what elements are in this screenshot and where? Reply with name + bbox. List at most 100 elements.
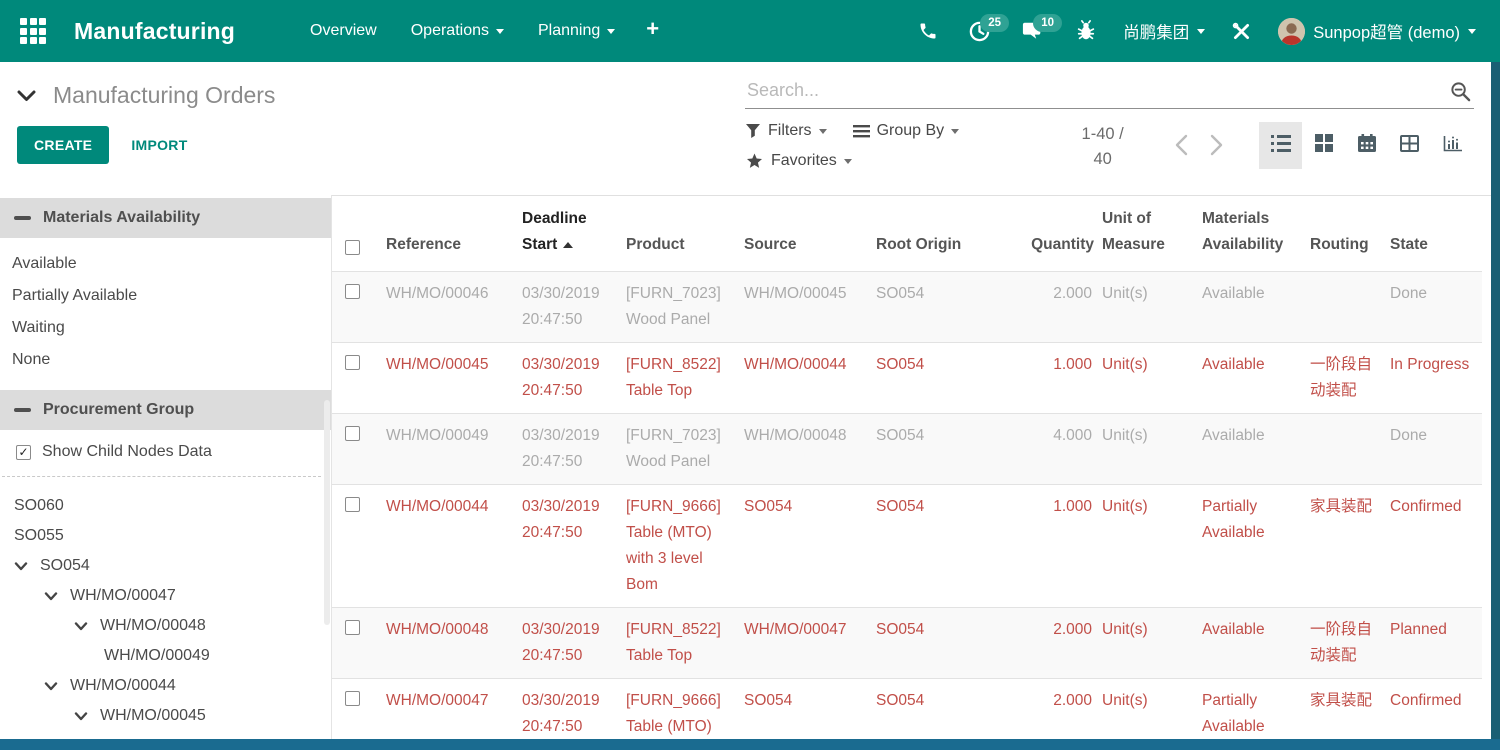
filter-item-waiting[interactable]: Waiting <box>0 312 331 344</box>
col-header-state[interactable]: State <box>1386 196 1482 272</box>
row-checkbox[interactable] <box>345 284 360 299</box>
cell-routing[interactable] <box>1306 414 1386 485</box>
cell-availability[interactable]: Available <box>1198 272 1306 343</box>
view-button-graph[interactable] <box>1431 122 1474 169</box>
tree-node-wh-mo-00045[interactable]: WH/MO/00045 <box>0 701 331 731</box>
cell-deadline[interactable]: 03/30/2019 20:47:50 <box>518 343 622 414</box>
cell-quantity[interactable]: 4.000 <box>1010 414 1098 485</box>
row-checkbox[interactable] <box>345 497 360 512</box>
checkbox-checked-icon[interactable]: ✓ <box>16 445 31 460</box>
cell-reference[interactable]: WH/MO/00046 <box>382 272 518 343</box>
cell-reference[interactable]: WH/MO/00045 <box>382 343 518 414</box>
col-header-source[interactable]: Source <box>740 196 872 272</box>
cell-state[interactable]: Confirmed <box>1386 485 1482 608</box>
pager-previous-button[interactable] <box>1171 130 1192 165</box>
group-by-dropdown[interactable]: Group By <box>853 122 960 140</box>
cell-uom[interactable]: Unit(s) <box>1098 272 1198 343</box>
cell-root_origin[interactable]: SO054 <box>872 608 1010 679</box>
cell-uom[interactable]: Unit(s) <box>1098 485 1198 608</box>
favorites-dropdown[interactable]: Favorites <box>745 152 852 170</box>
tree-node-wh-mo-00047[interactable]: WH/MO/00047 <box>0 581 331 611</box>
cell-uom[interactable]: Unit(s) <box>1098 608 1198 679</box>
cell-quantity[interactable]: 1.000 <box>1010 485 1098 608</box>
apps-grid-icon[interactable] <box>20 18 46 44</box>
tree-node-so055[interactable]: SO055 <box>0 521 331 551</box>
row-select-cell[interactable] <box>332 343 382 414</box>
breadcrumb[interactable]: Manufacturing Orders <box>17 82 738 109</box>
col-header-deadline[interactable]: Deadline Start <box>518 196 622 272</box>
cell-root_origin[interactable]: SO054 <box>872 485 1010 608</box>
filter-item-none[interactable]: None <box>0 344 331 376</box>
horizontal-scrollbar[interactable] <box>0 739 1500 750</box>
bug-icon[interactable] <box>1065 12 1107 50</box>
filters-dropdown[interactable]: Filters <box>745 122 827 140</box>
cell-root_origin[interactable]: SO054 <box>872 272 1010 343</box>
cell-product[interactable]: [FURN_9666] Table (MTO) with 3 level Bom <box>622 485 740 608</box>
table-row[interactable]: WH/MO/0004403/30/2019 20:47:50[FURN_9666… <box>332 485 1482 608</box>
row-checkbox[interactable] <box>345 691 360 706</box>
view-button-list[interactable] <box>1259 122 1302 169</box>
cell-source[interactable]: WH/MO/00044 <box>740 343 872 414</box>
cell-routing[interactable]: 一阶段自动装配 <box>1306 343 1386 414</box>
select-all-header[interactable] <box>332 196 382 272</box>
row-select-cell[interactable] <box>332 608 382 679</box>
cell-deadline[interactable]: 03/30/2019 20:47:50 <box>518 485 622 608</box>
section-header-procurement-group[interactable]: Procurement Group <box>0 390 331 430</box>
tools-icon[interactable] <box>1221 13 1262 50</box>
search-magnifier-icon[interactable] <box>1449 80 1472 108</box>
tree-node-wh-mo-00049[interactable]: WH/MO/00049 <box>0 641 331 671</box>
cell-root_origin[interactable]: SO054 <box>872 343 1010 414</box>
cell-availability[interactable]: Available <box>1198 414 1306 485</box>
filter-item-partially-available[interactable]: Partially Available <box>0 280 331 312</box>
cell-state[interactable]: Done <box>1386 414 1482 485</box>
tree-node-wh-mo-00044[interactable]: WH/MO/00044 <box>0 671 331 701</box>
section-header-materials-availability[interactable]: Materials Availability <box>0 198 331 238</box>
cell-source[interactable]: WH/MO/00045 <box>740 272 872 343</box>
cell-availability[interactable]: Available <box>1198 608 1306 679</box>
row-checkbox[interactable] <box>345 426 360 441</box>
nav-menu-planning[interactable]: Planning <box>521 2 632 60</box>
col-header-quantity[interactable]: Quantity <box>1010 196 1098 272</box>
nav-menu-operations[interactable]: Operations <box>394 2 521 60</box>
cell-routing[interactable] <box>1306 272 1386 343</box>
col-header-routing[interactable]: Routing <box>1306 196 1386 272</box>
create-button[interactable]: CREATE <box>17 126 109 164</box>
view-button-kanban[interactable] <box>1302 122 1345 169</box>
cell-routing[interactable]: 一阶段自动装配 <box>1306 608 1386 679</box>
cell-state[interactable]: Done <box>1386 272 1482 343</box>
row-select-cell[interactable] <box>332 485 382 608</box>
cell-availability[interactable]: Partially Available <box>1198 485 1306 608</box>
cell-source[interactable]: WH/MO/00047 <box>740 608 872 679</box>
vertical-scrollbar[interactable] <box>1491 62 1500 750</box>
phone-icon[interactable] <box>908 13 948 49</box>
tree-node-so054[interactable]: SO054 <box>0 551 331 581</box>
import-button[interactable]: IMPORT <box>131 137 187 153</box>
cell-quantity[interactable]: 2.000 <box>1010 608 1098 679</box>
cell-deadline[interactable]: 03/30/2019 20:47:50 <box>518 414 622 485</box>
cell-reference[interactable]: WH/MO/00049 <box>382 414 518 485</box>
cell-product[interactable]: [FURN_8522] Table Top <box>622 608 740 679</box>
nav-menu-overview[interactable]: Overview <box>293 2 394 60</box>
col-header-uom[interactable]: Unit of Measure <box>1098 196 1198 272</box>
cell-deadline[interactable]: 03/30/2019 20:47:50 <box>518 608 622 679</box>
table-row[interactable]: WH/MO/0004503/30/2019 20:47:50[FURN_8522… <box>332 343 1482 414</box>
row-select-cell[interactable] <box>332 272 382 343</box>
show-child-nodes-checkbox[interactable]: ✓ Show Child Nodes Data <box>0 430 331 472</box>
cell-state[interactable]: Planned <box>1386 608 1482 679</box>
tree-node-wh-mo-00048[interactable]: WH/MO/00048 <box>0 611 331 641</box>
cell-uom[interactable]: Unit(s) <box>1098 343 1198 414</box>
tree-node-so060[interactable]: SO060 <box>0 491 331 521</box>
cell-quantity[interactable]: 2.000 <box>1010 272 1098 343</box>
filter-item-available[interactable]: Available <box>0 248 331 280</box>
col-header-product[interactable]: Product <box>622 196 740 272</box>
col-header-availability[interactable]: Materials Availability <box>1198 196 1306 272</box>
row-select-cell[interactable] <box>332 414 382 485</box>
cell-state[interactable]: In Progress <box>1386 343 1482 414</box>
cell-deadline[interactable]: 03/30/2019 20:47:50 <box>518 272 622 343</box>
col-header-reference[interactable]: Reference <box>382 196 518 272</box>
view-button-calendar[interactable] <box>1345 122 1388 169</box>
cell-product[interactable]: [FURN_8522] Table Top <box>622 343 740 414</box>
sidebar-scrollbar-thumb[interactable] <box>324 400 330 625</box>
row-checkbox[interactable] <box>345 620 360 635</box>
cell-source[interactable]: SO054 <box>740 485 872 608</box>
